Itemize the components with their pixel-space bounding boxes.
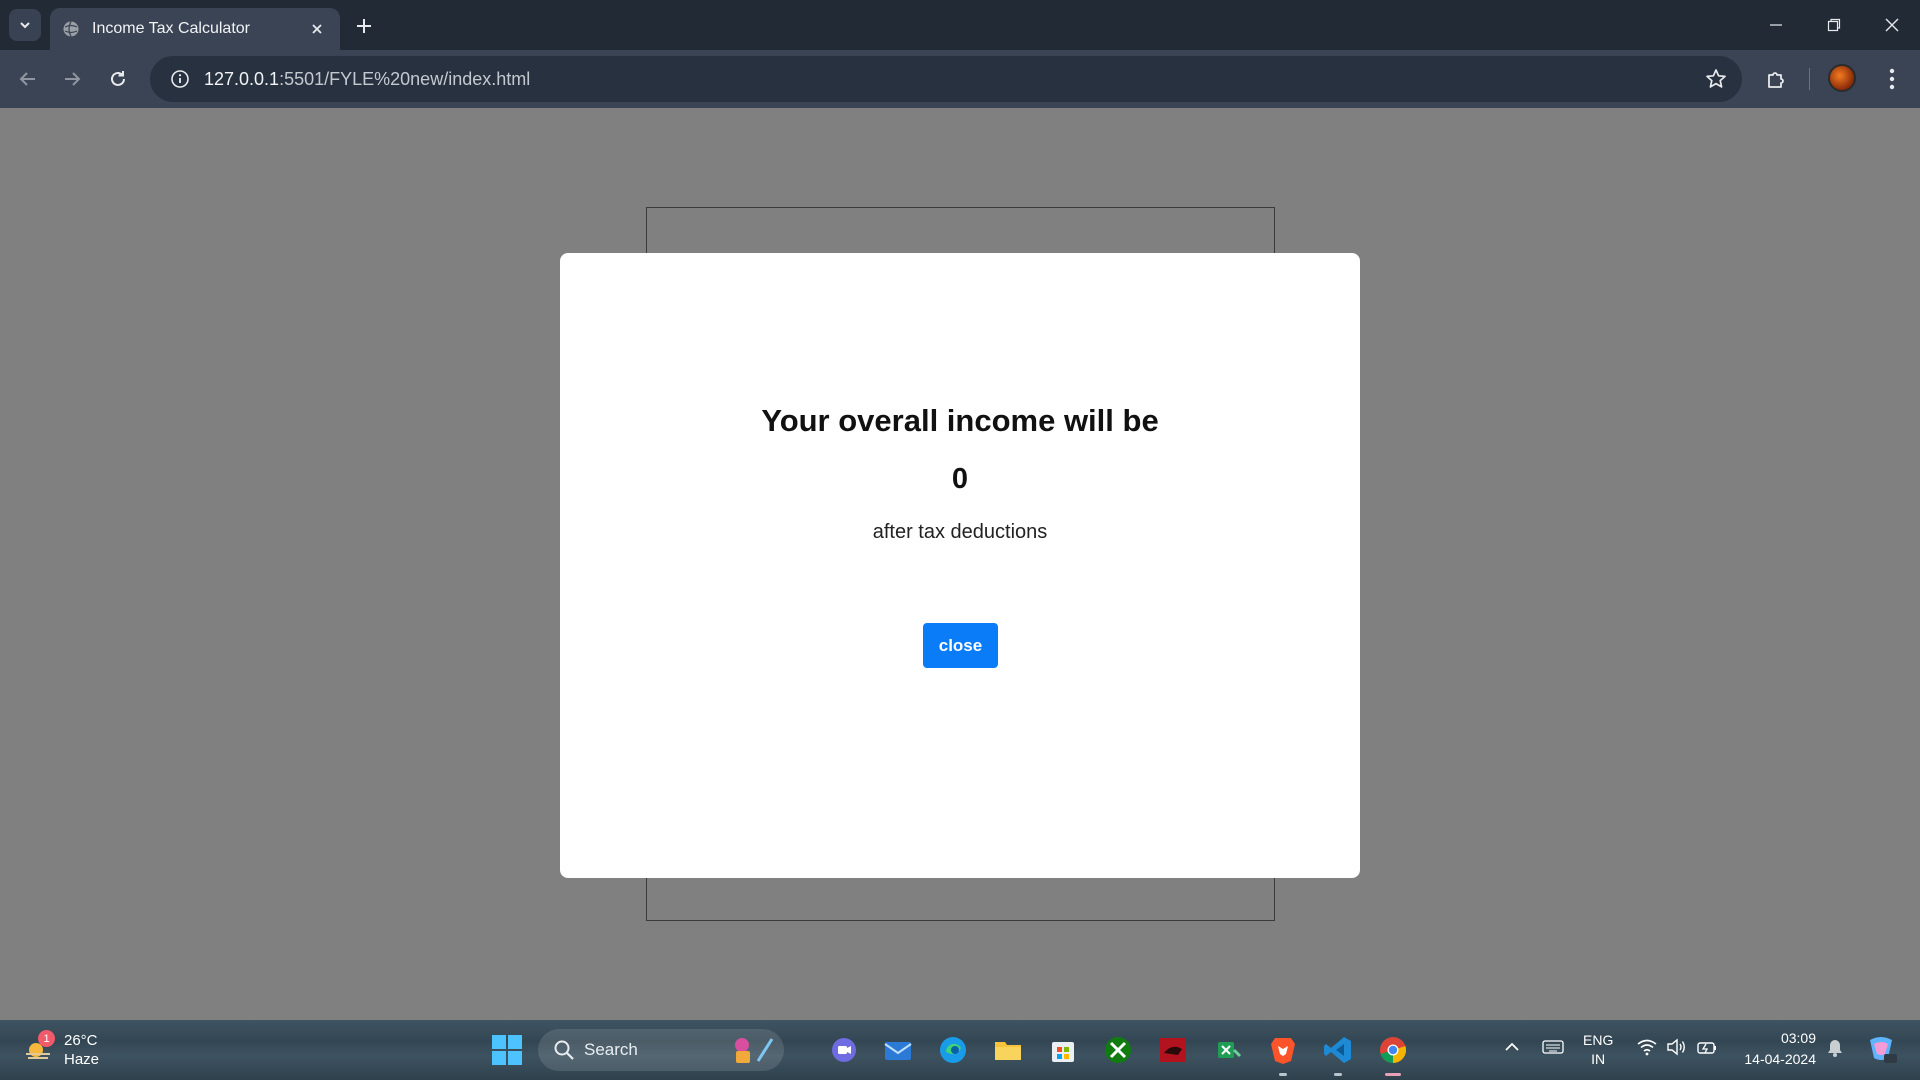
address-bar[interactable]: 127.0.0.1:5501/FYLE%20new/index.html	[150, 56, 1742, 102]
browser-tab-bar: Income Tax Calculator	[0, 0, 1920, 50]
chevron-up-icon[interactable]	[1503, 1038, 1521, 1059]
edge-icon[interactable]	[935, 1032, 971, 1068]
weather-temperature: 26°C	[64, 1032, 98, 1049]
copilot-icon[interactable]	[1864, 1032, 1898, 1069]
close-button[interactable]: close	[923, 623, 998, 668]
region-code: IN	[1591, 1051, 1606, 1067]
windows-taskbar: 1 26°C Haze Search ENG IN 03:09 14-04-20…	[0, 1020, 1920, 1080]
back-icon[interactable]	[12, 63, 44, 95]
extensions-icon[interactable]	[1761, 63, 1793, 95]
tab-income-tax-calculator[interactable]: Income Tax Calculator	[50, 8, 340, 50]
notification-bell-icon[interactable]	[1826, 1038, 1844, 1061]
clock-date: 14-04-2024	[1744, 1051, 1816, 1067]
vscode-icon[interactable]	[1320, 1032, 1356, 1076]
income-amount: 0	[951, 463, 969, 495]
new-tab-icon[interactable]	[350, 12, 378, 40]
keyboard-icon[interactable]	[1542, 1038, 1564, 1059]
language-indicator[interactable]: ENG IN	[1583, 1031, 1613, 1069]
modal-heading: Your overall income will be	[761, 403, 1159, 438]
clock-time: 03:09	[1780, 1030, 1816, 1046]
running-indicator	[1385, 1073, 1401, 1076]
restore-icon[interactable]	[1806, 0, 1862, 50]
browser-toolbar: 127.0.0.1:5501/FYLE%20new/index.html	[0, 50, 1920, 108]
wifi-icon[interactable]	[1636, 1038, 1658, 1059]
weather-widget[interactable]: 1 26°C Haze	[20, 1030, 110, 1070]
meet-app-icon[interactable]	[826, 1032, 862, 1068]
store-icon[interactable]	[1045, 1032, 1081, 1068]
game-app-icon[interactable]	[1155, 1032, 1191, 1068]
site-info-icon[interactable]	[158, 56, 202, 102]
language-code: ENG	[1583, 1032, 1614, 1048]
weather-badge: 1	[38, 1030, 55, 1047]
file-explorer-icon[interactable]	[990, 1032, 1026, 1068]
search-label: Search	[584, 1040, 638, 1059]
globe-icon	[62, 20, 80, 38]
search-icon	[554, 1040, 574, 1060]
minimize-icon[interactable]	[1748, 0, 1804, 50]
tab-title: Income Tax Calculator	[92, 20, 250, 37]
menu-icon[interactable]	[1876, 63, 1908, 95]
close-window-icon[interactable]	[1864, 0, 1920, 50]
mail-icon[interactable]	[880, 1032, 916, 1068]
running-indicator	[1334, 1073, 1342, 1076]
url-path: :5501/FYLE%20new/index.html	[279, 68, 531, 89]
running-indicator	[1279, 1073, 1287, 1076]
forward-icon[interactable]	[56, 63, 88, 95]
gamepass-icon[interactable]	[1210, 1032, 1246, 1068]
reload-icon[interactable]	[102, 63, 134, 95]
modal-note: after tax deductions	[872, 521, 1048, 543]
xbox-icon[interactable]	[1100, 1032, 1136, 1068]
brave-icon[interactable]	[1265, 1032, 1301, 1076]
result-modal: Your overall income will be 0 after tax …	[560, 253, 1360, 878]
page-viewport: Your overall income will be 0 after tax …	[0, 108, 1920, 1020]
chrome-icon[interactable]	[1375, 1032, 1411, 1076]
close-tab-icon[interactable]	[306, 18, 328, 40]
taskbar-search[interactable]: Search	[538, 1029, 784, 1071]
url-text: 127.0.0.1:5501/FYLE%20new/index.html	[204, 69, 530, 90]
battery-icon[interactable]	[1696, 1038, 1718, 1059]
tab-list-button[interactable]	[9, 9, 41, 41]
windows-start-icon[interactable]	[492, 1035, 522, 1065]
system-clock[interactable]: 03:09 14-04-2024	[1720, 1028, 1816, 1070]
url-host: 127.0.0.1	[204, 68, 280, 89]
profile-avatar[interactable]	[1828, 64, 1856, 92]
search-highlight-icon	[735, 1038, 774, 1063]
chevron-down-icon	[20, 22, 30, 29]
toolbar-separator	[1809, 68, 1810, 90]
bookmark-star-icon[interactable]	[1704, 67, 1728, 91]
weather-condition: Haze	[64, 1051, 100, 1068]
volume-icon[interactable]	[1666, 1038, 1688, 1059]
